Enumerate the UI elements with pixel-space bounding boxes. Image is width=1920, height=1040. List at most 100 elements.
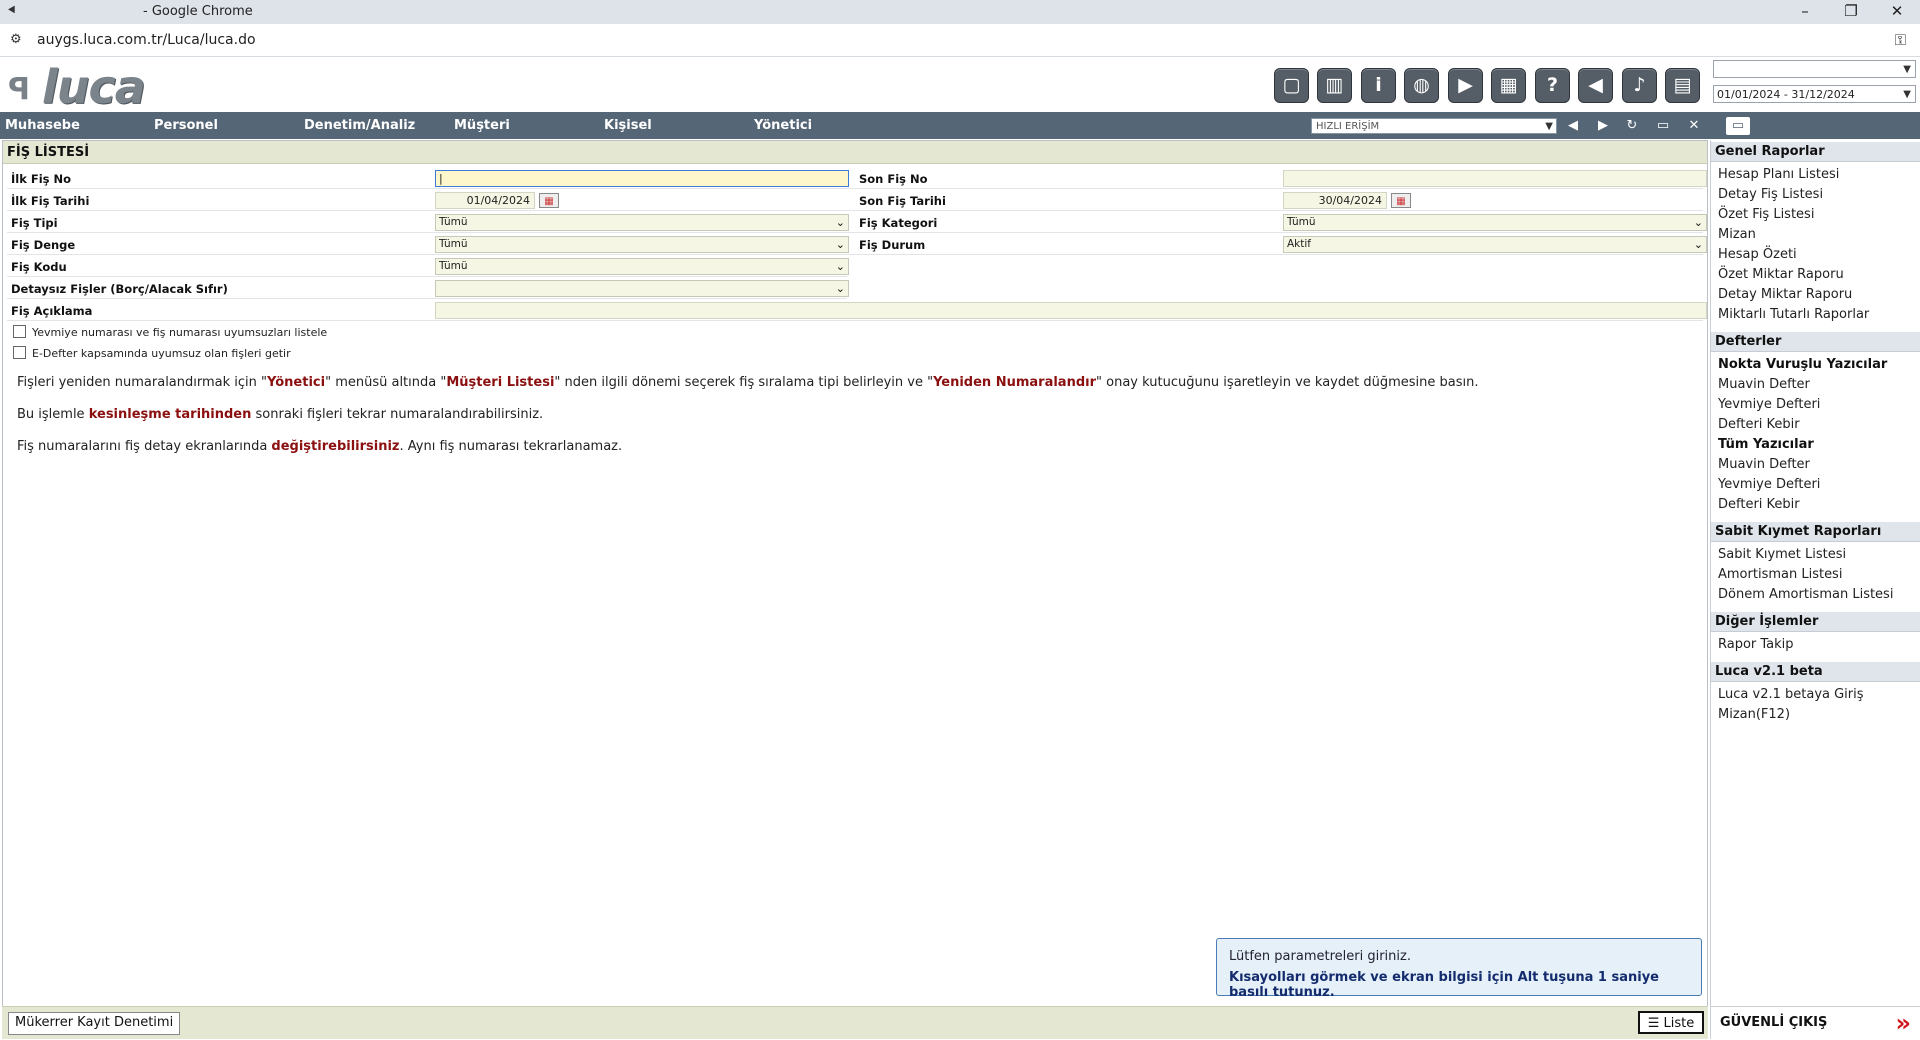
calendar-icon[interactable]: ▦ <box>1391 193 1411 208</box>
sidebar-item-mizan[interactable]: Mizan <box>1718 227 1756 242</box>
site-info-icon[interactable]: ⚙ <box>10 32 22 47</box>
sidebar-item-muavin-defter-2[interactable]: Muavin Defter <box>1718 457 1810 472</box>
nav-personel[interactable]: Personel <box>154 118 218 133</box>
ilk-fis-no-input[interactable]: | <box>435 170 849 187</box>
row-fis-tipi: Fiş Tipi Tümü ⌄ Fiş Kategori Tümü ⌄ <box>7 213 1707 233</box>
son-fis-no-input[interactable] <box>1283 170 1707 187</box>
fis-kategori-label: Fiş Kategori <box>859 216 938 230</box>
sidebar-item-tum-yazicilar[interactable]: Tüm Yazıcılar <box>1718 437 1814 452</box>
sidebar-item-rapor-takip[interactable]: Rapor Takip <box>1718 637 1794 652</box>
sidebar-item-donem-amortisman[interactable]: Dönem Amortisman Listesi <box>1718 587 1893 602</box>
fis-durum-select[interactable]: Aktif ⌄ <box>1283 236 1707 253</box>
browser-title-bar: ⯇ - Google Chrome – ❐ ✕ <box>0 0 1920 24</box>
son-fis-tarihi-input[interactable]: 30/04/2024 <box>1283 192 1387 209</box>
nav-denetim-analiz[interactable]: Denetim/Analiz <box>304 118 415 133</box>
restore-icon[interactable]: ❐ <box>1828 0 1874 24</box>
liste-button[interactable]: ☰ Liste <box>1638 1011 1704 1034</box>
sidebar-item-sabit-kiymet-listesi[interactable]: Sabit Kıymet Listesi <box>1718 547 1846 562</box>
detaysiz-fisler-label: Detaysız Fişler (Borç/Alacak Sıfır) <box>11 282 228 296</box>
nav-musteri[interactable]: Müşteri <box>454 118 510 133</box>
url-text[interactable]: auygs.luca.com.tr/Luca/luca.do <box>37 32 256 48</box>
close-icon[interactable]: ✕ <box>1874 0 1920 24</box>
back-icon[interactable]: ◀ <box>1564 117 1582 135</box>
period-select[interactable]: 01/01/2024 - 31/12/2024 ▼ <box>1713 85 1916 103</box>
fis-kategori-select[interactable]: Tümü ⌄ <box>1283 214 1707 231</box>
sidebar-item-muavin-defter[interactable]: Muavin Defter <box>1718 377 1810 392</box>
password-key-icon[interactable]: ⚿ <box>1895 31 1906 49</box>
fullscreen-icon[interactable]: ▭ <box>1726 117 1750 135</box>
note-icon[interactable]: ▢ <box>1274 68 1309 103</box>
globe-icon[interactable]: ◍ <box>1404 68 1439 103</box>
nav-muhasebe[interactable]: Muhasebe <box>5 118 80 133</box>
checkbox-box[interactable] <box>13 346 26 359</box>
chevron-down-icon: ⌄ <box>1693 216 1703 229</box>
sidebar-item-detay-miktar[interactable]: Detay Miktar Raporu <box>1718 287 1852 302</box>
fis-listesi-panel: FİŞ LİSTESİ İlk Fiş No | Son Fiş No İlk … <box>2 140 1708 1039</box>
row-fis-no: İlk Fiş No | Son Fiş No <box>7 169 1707 189</box>
info-icon[interactable]: i <box>1361 68 1396 103</box>
logo-mark-icon: ꟼ <box>8 72 30 107</box>
refresh-icon[interactable]: ↻ <box>1623 117 1641 135</box>
manual-icon[interactable]: ▤ <box>1665 68 1700 103</box>
fis-denge-select[interactable]: Tümü ⌄ <box>435 236 849 253</box>
youtube-icon[interactable]: ▶ <box>1448 68 1483 103</box>
bell-icon[interactable]: ♪ <box>1622 68 1657 103</box>
sidebar-item-defteri-kebir[interactable]: Defteri Kebir <box>1718 417 1800 432</box>
fis-aciklama-input[interactable] <box>435 302 1707 319</box>
chevron-down-icon: ⌄ <box>835 238 845 251</box>
ilk-fis-tarihi-label: İlk Fiş Tarihi <box>11 194 90 208</box>
sidebar-item-ozet-fis[interactable]: Özet Fiş Listesi <box>1718 207 1814 222</box>
sidebar-item-yevmiye-defteri[interactable]: Yevmiye Defteri <box>1718 397 1820 412</box>
mukerrer-kayit-button[interactable]: Mükerrer Kayıt Denetimi <box>8 1012 181 1035</box>
sidebar-section-diger[interactable]: Diğer İşlemler <box>1711 612 1920 632</box>
sidebar-item-luca-beta-giris[interactable]: Luca v2.1 betaya Giriş <box>1718 687 1864 702</box>
logout-button[interactable]: GÜVENLİ ÇIKIŞ » <box>1711 1006 1920 1040</box>
address-bar: ⚙ auygs.luca.com.tr/Luca/luca.do ⚿ <box>0 24 1920 57</box>
close-tab-icon[interactable]: ✕ <box>1685 117 1703 135</box>
forward-icon[interactable]: ▶ <box>1594 117 1612 135</box>
megaphone-icon[interactable]: ◀ <box>1578 68 1613 103</box>
detaysiz-fisler-select[interactable]: ⌄ <box>435 280 849 297</box>
fis-kodu-label: Fiş Kodu <box>11 260 67 274</box>
fis-kodu-select[interactable]: Tümü ⌄ <box>435 258 849 275</box>
quick-access-select[interactable]: HIZLI ERİŞİM ▼ <box>1311 118 1557 134</box>
sidebar-item-detay-fis[interactable]: Detay Fiş Listesi <box>1718 187 1823 202</box>
app-icon: ⯇ <box>6 3 18 19</box>
sidebar-section-luca-beta[interactable]: Luca v2.1 beta <box>1711 662 1920 682</box>
sidebar-section-genel-raporlar[interactable]: Genel Raporlar <box>1711 142 1920 162</box>
row-fis-aciklama: Fiş Açıklama <box>7 301 1707 321</box>
ilk-fis-tarihi-input[interactable]: 01/04/2024 <box>435 192 535 209</box>
nav-kisisel[interactable]: Kişisel <box>604 118 652 133</box>
sidebar-item-miktarli-tutarli[interactable]: Miktarlı Tutarlı Raporlar <box>1718 307 1869 322</box>
sidebar-item-hesap-ozeti[interactable]: Hesap Özeti <box>1718 247 1797 262</box>
sidebar-section-sabit-kiymet[interactable]: Sabit Kıymet Raporları <box>1711 522 1920 542</box>
chevron-down-icon: ⌄ <box>1693 238 1703 251</box>
edefter-uyumsuz-checkbox[interactable]: E-Defter kapsamında uyumsuz olan fişleri… <box>13 346 291 360</box>
company-select[interactable]: ▼ <box>1713 60 1916 78</box>
help-icon[interactable]: ? <box>1535 68 1570 103</box>
sidebar-item-hesap-plani[interactable]: Hesap Planı Listesi <box>1718 167 1839 182</box>
row-fis-kodu: Fiş Kodu Tümü ⌄ <box>7 257 849 277</box>
sidebar-item-amortisman-listesi[interactable]: Amortisman Listesi <box>1718 567 1842 582</box>
sidebar-section-defterler[interactable]: Defterler <box>1711 332 1920 352</box>
yevmiye-uyumsuz-checkbox[interactable]: Yevmiye numarası ve fiş numarası uyumsuz… <box>13 325 327 339</box>
sidebar-item-defteri-kebir-2[interactable]: Defteri Kebir <box>1718 497 1800 512</box>
minimize-icon[interactable]: – <box>1782 0 1828 24</box>
checkbox-box[interactable] <box>13 325 26 338</box>
info-paragraph-3: Fiş numaralarını fiş detay ekranlarında … <box>17 439 623 454</box>
sidebar-item-ozet-miktar[interactable]: Özet Miktar Raporu <box>1718 267 1844 282</box>
window-title: - Google Chrome <box>143 4 253 19</box>
fis-tipi-select[interactable]: Tümü ⌄ <box>435 214 849 231</box>
window-icon[interactable]: ▭ <box>1654 117 1672 135</box>
fis-tipi-label: Fiş Tipi <box>11 216 58 230</box>
sidebar-item-nokta-vuruslu[interactable]: Nokta Vuruşlu Yazıcılar <box>1718 357 1887 372</box>
row-detaysiz: Detaysız Fişler (Borç/Alacak Sıfır) ⌄ <box>7 279 849 299</box>
book-icon[interactable]: ▥ <box>1317 68 1352 103</box>
calculator-icon[interactable]: ▦ <box>1491 68 1526 103</box>
fis-denge-label: Fiş Denge <box>11 238 76 252</box>
calendar-icon[interactable]: ▦ <box>539 193 559 208</box>
nav-yonetici[interactable]: Yönetici <box>754 118 812 133</box>
sidebar-item-yevmiye-defteri-2[interactable]: Yevmiye Defteri <box>1718 477 1820 492</box>
sidebar-item-mizan-f12[interactable]: Mizan(F12) <box>1718 707 1790 722</box>
chevron-down-icon: ▼ <box>1903 64 1911 75</box>
